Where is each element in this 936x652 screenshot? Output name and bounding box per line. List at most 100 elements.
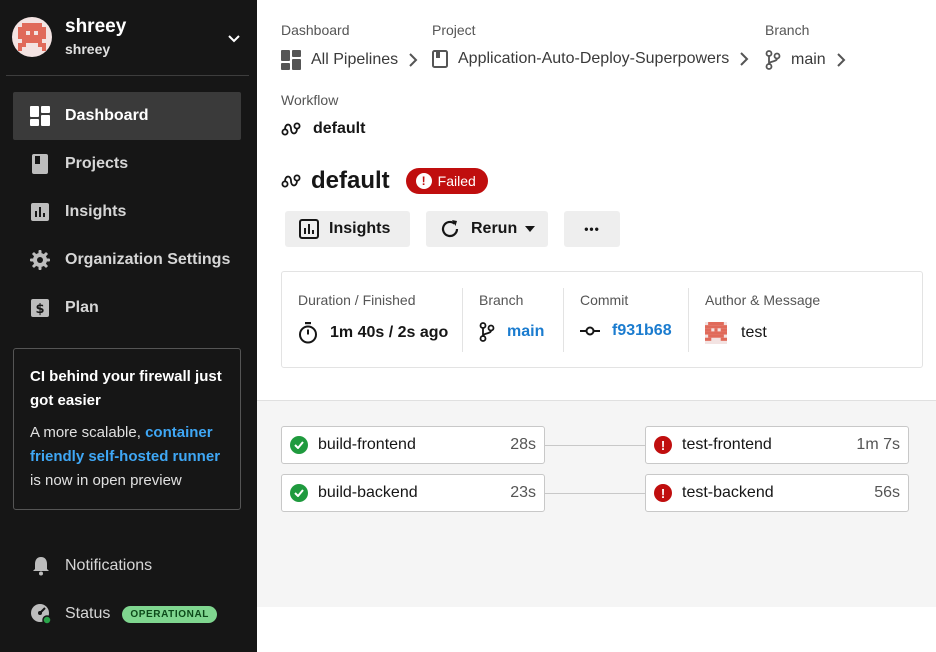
job-card-build-frontend[interactable]: build-frontend 28s [281,426,545,464]
refresh-icon [439,218,461,240]
notifications-link[interactable]: Notifications [30,551,152,581]
promo-title: CI behind your firewall just got easier [30,368,222,409]
branch-field: Branch main [479,272,544,367]
workflow-icon [281,121,301,137]
svg-text:$: $ [35,302,44,317]
breadcrumb-project-link[interactable]: Application-Auto-Deploy-Superpowers [432,50,749,68]
commit-field: Commit f931b68 [580,272,672,367]
dollar-icon: $ [30,298,50,318]
failed-alert-icon: ! [654,484,672,502]
breadcrumb-workflow: Workflow default [281,90,365,138]
commit-link[interactable]: f931b68 [612,322,672,340]
caret-down-icon [525,226,536,232]
breadcrumb-value: All Pipelines [311,51,399,68]
promo-card: CI behind your firewall just got easier … [13,348,241,510]
job-name: test-frontend [682,436,772,453]
commit-message: test [741,324,767,341]
job-name: build-frontend [318,436,416,453]
workflow-graph: build-frontend 28s build-backend 23s ! t… [257,400,936,607]
success-check-icon [290,436,308,454]
notifications-label: Notifications [65,557,153,574]
breadcrumb-dashboard: Dashboard All Pipelines [281,20,418,70]
sidebar-item-projects[interactable]: Projects [13,140,241,188]
gear-icon [30,250,50,270]
status-badge-label: Failed [437,173,476,189]
sidebar-item-dashboard[interactable]: Dashboard [13,92,241,140]
org-switcher[interactable]: shreey shreey [12,14,248,60]
success-check-icon [290,484,308,502]
page-title: default [311,167,390,194]
sidebar-divider [6,75,249,76]
job-name: build-backend [318,484,418,501]
sidebar-item-insights[interactable]: Insights [13,188,241,236]
sidebar-item-label: Projects [65,155,129,172]
breadcrumb-project: Project Application-Auto-Deploy-Superpow… [432,20,749,68]
status-badge: ! Failed [405,168,488,194]
workflow-name: default [313,120,366,137]
rerun-button-label: Rerun [471,220,518,237]
workflow-link[interactable]: default [281,120,365,138]
alert-icon: ! [415,173,432,189]
branch-icon [765,50,781,70]
duration-field: Duration / Finished 1m 40s / 2s ago [298,272,448,367]
failed-alert-icon: ! [654,436,672,454]
breadcrumb-value: main [791,51,826,68]
chevron-right-icon [739,52,749,66]
author-avatar [705,322,727,344]
insights-button[interactable]: Insights [285,211,410,247]
sidebar-item-organization-settings[interactable]: Organization Settings [13,236,241,284]
sidebar: shreey shreey Dashboard Projects Insight… [0,0,257,652]
rerun-button[interactable]: Rerun [426,211,548,247]
stopwatch-icon [298,322,318,344]
bell-icon [30,555,52,577]
promo-text: A more scalable, [30,424,146,441]
chevron-down-icon [226,30,242,51]
job-duration: 23s [510,484,536,501]
breadcrumb: Dashboard All Pipelines Project Applicat… [281,20,921,80]
status-label: Status [65,605,111,622]
divider [688,288,689,352]
breadcrumb-branch-link[interactable]: main [765,50,846,70]
avatar [12,17,52,57]
sidebar-item-plan[interactable]: $ Plan [13,284,241,332]
more-actions-button[interactable]: ••• [564,211,620,247]
promo-text: is now in open preview [30,472,182,489]
branch-icon [479,322,495,342]
branch-link[interactable]: main [507,323,544,341]
author-label: Author & Message [705,292,821,308]
job-card-build-backend[interactable]: build-backend 23s [281,474,545,512]
pipelines-grid-icon [281,50,301,70]
job-connector [545,445,645,446]
breadcrumb-label: Project [432,22,476,38]
divider [563,288,564,352]
status-gauge-icon [30,603,52,625]
breadcrumb-value: Application-Auto-Deploy-Superpowers [458,50,730,67]
sidebar-item-label: Insights [65,203,127,220]
job-duration: 1m 7s [856,436,900,453]
promo-body: A more scalable, container friendly self… [30,421,224,493]
job-duration: 28s [510,436,536,453]
page-header: default ! Failed [281,166,488,196]
sidebar-item-label: Dashboard [65,107,149,124]
chevron-right-icon [408,53,418,67]
breadcrumb-all-pipelines[interactable]: All Pipelines [281,50,418,70]
branch-label: Branch [479,292,524,308]
insights-icon [299,219,319,239]
more-icon: ••• [584,222,600,236]
breadcrumb-branch: Branch main [765,20,846,70]
divider [462,288,463,352]
job-card-test-frontend[interactable]: ! test-frontend 1m 7s [645,426,909,464]
project-book-icon [432,50,448,68]
main-content: Dashboard All Pipelines Project Applicat… [257,0,936,652]
user-name: shreey [65,16,127,37]
author-field: Author & Message test [705,272,820,367]
job-card-test-backend[interactable]: ! test-backend 56s [645,474,909,512]
workflow-icon [281,173,301,189]
insights-icon [30,202,50,222]
duration-value: 1m 40s / 2s ago [330,324,449,341]
status-link[interactable]: Status OPERATIONAL [30,599,217,629]
dashboard-icon [30,106,50,126]
workflow-summary: Duration / Finished 1m 40s / 2s ago Bran… [281,271,923,368]
status-badge: OPERATIONAL [122,605,217,623]
sidebar-item-label: Plan [65,299,99,316]
